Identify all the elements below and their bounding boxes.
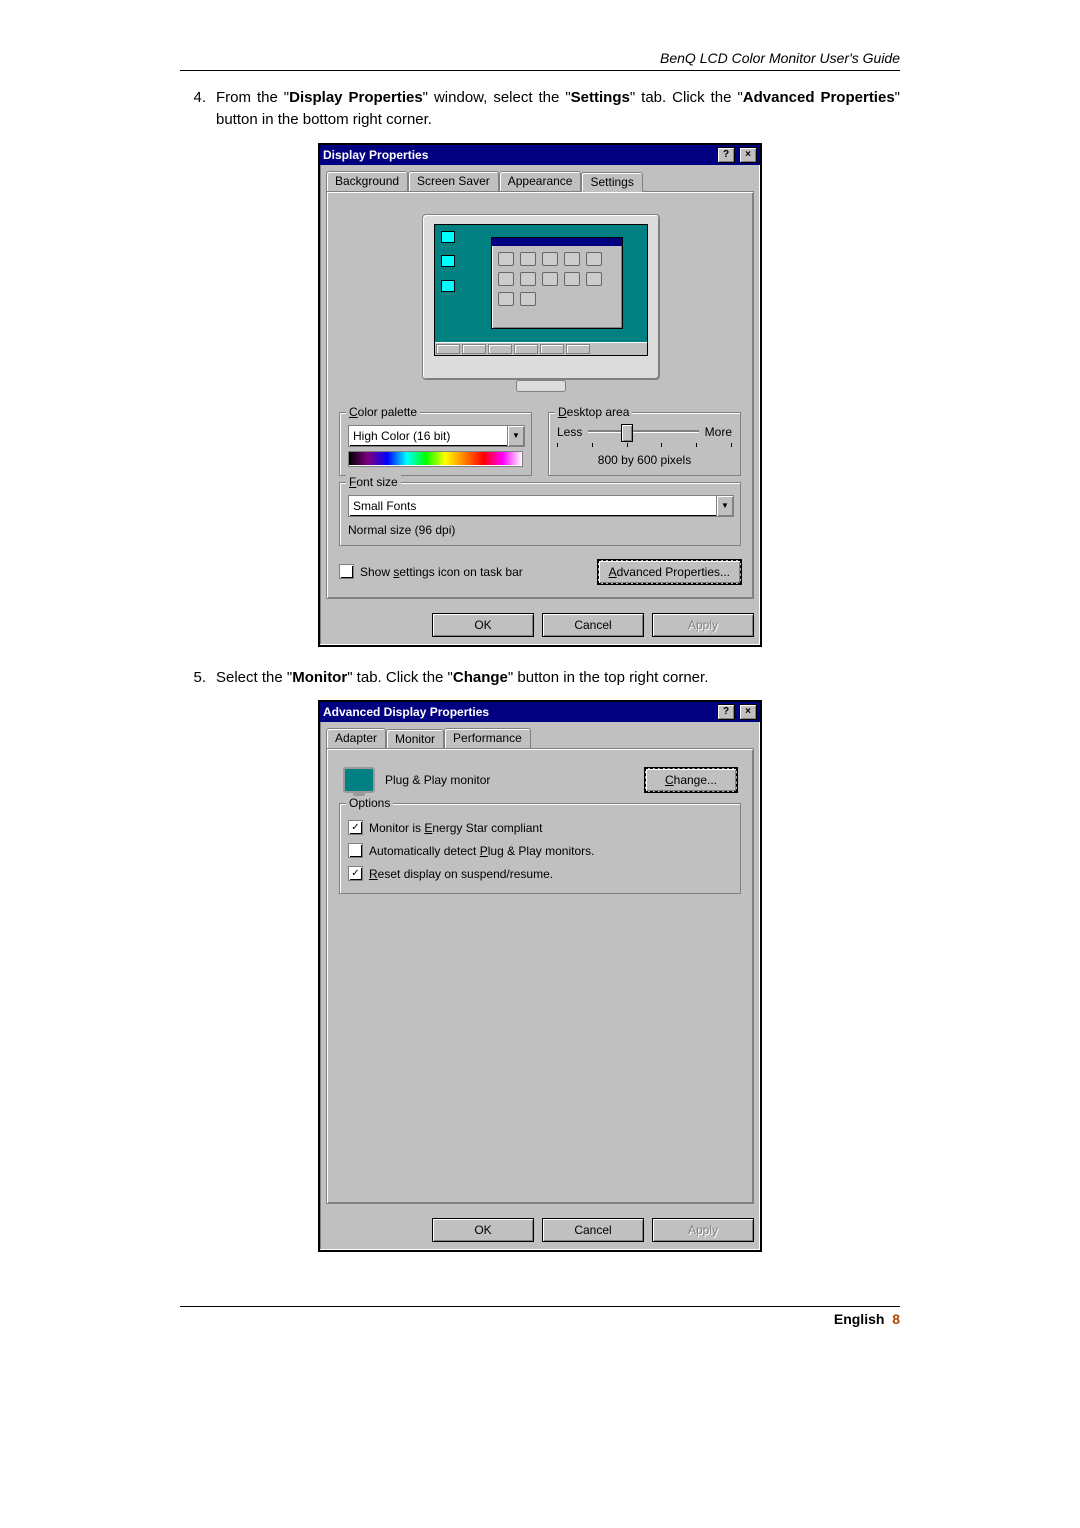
dlg1-tabstrip: Background Screen Saver Appearance Setti… xyxy=(320,165,760,191)
tab-adapter[interactable]: Adapter xyxy=(326,728,386,748)
opt-autodetect-row[interactable]: Automatically detect Plug & Play monitor… xyxy=(348,843,732,858)
chevron-down-icon[interactable]: ▼ xyxy=(716,496,733,516)
font-size-group: Font size Small Fonts ▼ Normal size (96 … xyxy=(339,482,741,546)
help-button[interactable]: ? xyxy=(717,147,735,163)
t: Select the " xyxy=(216,669,292,686)
t: Advanced Properties xyxy=(743,89,895,106)
t: Change xyxy=(453,669,508,686)
step-4-text: From the "Display Properties" window, se… xyxy=(216,87,900,131)
tab-screen-saver[interactable]: Screen Saver xyxy=(408,171,499,191)
footer-page-number: 8 xyxy=(892,1311,900,1327)
advanced-display-properties-dialog: Advanced Display Properties ? × Adapter … xyxy=(318,700,762,1252)
dlg2-titlebar[interactable]: Advanced Display Properties ? × xyxy=(320,702,760,722)
t: " tab. Click the " xyxy=(630,89,743,106)
change-button[interactable]: Change... xyxy=(645,768,737,792)
t: " button in the top right corner. xyxy=(508,669,708,686)
instruction-step-4: 4. From the "Display Properties" window,… xyxy=(180,87,900,131)
step-5-number: 5. xyxy=(180,667,216,689)
chevron-down-icon[interactable]: ▼ xyxy=(507,426,524,446)
font-size-legend: Font size xyxy=(346,475,401,489)
apply-button[interactable]: Apply xyxy=(652,1218,754,1242)
step-5-text: Select the "Monitor" tab. Click the "Cha… xyxy=(216,667,900,689)
page-footer: English 8 xyxy=(180,1306,900,1327)
preview-taskbar xyxy=(435,342,647,355)
resolution-slider[interactable] xyxy=(588,430,698,433)
t: Monitor xyxy=(292,669,347,686)
tab-performance[interactable]: Performance xyxy=(444,728,531,748)
monitor-name: Plug & Play monitor xyxy=(385,773,645,787)
instruction-step-5: 5. Select the "Monitor" tab. Click the "… xyxy=(180,667,900,689)
t: " tab. Click the " xyxy=(347,669,453,686)
options-legend: Options xyxy=(346,796,393,810)
close-button[interactable]: × xyxy=(739,147,757,163)
color-palette-value: High Color (16 bit) xyxy=(349,429,507,443)
tab-background[interactable]: Background xyxy=(326,171,408,191)
opt-energy-star-row[interactable]: ✓ Monitor is Energy Star compliant xyxy=(348,820,732,835)
monitor-screen xyxy=(434,224,648,356)
monitor-stand xyxy=(516,380,566,392)
slider-thumb[interactable] xyxy=(621,424,633,442)
tab-settings[interactable]: Settings xyxy=(581,172,642,192)
options-group: Options ✓ Monitor is Energy Star complia… xyxy=(339,803,741,894)
opt-autodetect-checkbox[interactable] xyxy=(348,843,363,858)
step-4-number: 4. xyxy=(180,87,216,131)
resolution-value: 800 by 600 pixels xyxy=(557,453,732,467)
dlg2-tabstrip: Adapter Monitor Performance xyxy=(320,722,760,748)
cancel-button[interactable]: Cancel xyxy=(542,1218,644,1242)
opt-reset-row[interactable]: ✓ Reset display on suspend/resume. xyxy=(348,866,732,881)
font-size-value: Small Fonts xyxy=(349,499,716,513)
t: Settings xyxy=(571,89,630,106)
display-properties-dialog: Display Properties ? × Background Screen… xyxy=(318,143,762,647)
desktop-icons xyxy=(441,231,455,305)
dlg1-title: Display Properties xyxy=(323,148,713,162)
desktop-area-group: Desktop area Less More 800 by 600 pixels xyxy=(548,412,741,476)
dlg2-button-row: OK Cancel Apply xyxy=(320,1210,760,1250)
opt-energy-star-checkbox[interactable]: ✓ xyxy=(348,820,363,835)
ok-button[interactable]: OK xyxy=(432,1218,534,1242)
page-header: BenQ LCD Color Monitor User's Guide xyxy=(180,50,900,71)
tab-monitor[interactable]: Monitor xyxy=(386,729,444,749)
dlg1-tab-settings-body: Color palette High Color (16 bit) ▼ Desk… xyxy=(326,191,754,599)
close-button[interactable]: × xyxy=(739,704,757,720)
dlg2-tab-monitor-body: Plug & Play monitor Change... Options ✓ … xyxy=(326,748,754,1204)
dlg1-button-row: OK Cancel Apply xyxy=(320,605,760,645)
t: " window, select the " xyxy=(423,89,571,106)
color-palette-group: Color palette High Color (16 bit) ▼ xyxy=(339,412,532,476)
cancel-button[interactable]: Cancel xyxy=(542,613,644,637)
opt-reset-label: Reset display on suspend/resume. xyxy=(369,867,553,881)
dlg1-titlebar[interactable]: Display Properties ? × xyxy=(320,145,760,165)
color-depth-preview xyxy=(348,451,523,467)
color-palette-legend: Color palette xyxy=(346,405,420,419)
font-size-combo[interactable]: Small Fonts ▼ xyxy=(348,495,734,517)
desktop-area-legend: Desktop area xyxy=(555,405,632,419)
opt-reset-checkbox[interactable]: ✓ xyxy=(348,866,363,881)
help-button[interactable]: ? xyxy=(717,704,735,720)
t: From the " xyxy=(216,89,289,106)
footer-lang: English xyxy=(834,1311,885,1327)
tab-appearance[interactable]: Appearance xyxy=(499,171,582,191)
ok-button[interactable]: OK xyxy=(432,613,534,637)
slider-less-label: Less xyxy=(557,425,582,439)
preview-window xyxy=(491,237,623,329)
advanced-properties-button[interactable]: Advanced Properties... xyxy=(598,560,741,584)
monitor-icon xyxy=(343,767,375,793)
show-settings-label: Show settings icon on task bar xyxy=(360,565,523,579)
show-settings-checkbox-row[interactable]: Show settings icon on task bar xyxy=(339,564,523,579)
t: Display Properties xyxy=(289,89,423,106)
color-palette-combo[interactable]: High Color (16 bit) ▼ xyxy=(348,425,525,447)
opt-autodetect-label: Automatically detect Plug & Play monitor… xyxy=(369,844,594,858)
apply-button[interactable]: Apply xyxy=(652,613,754,637)
dpi-note: Normal size (96 dpi) xyxy=(348,523,732,537)
monitor-preview xyxy=(400,206,680,396)
opt-energy-star-label: Monitor is Energy Star compliant xyxy=(369,821,542,835)
show-settings-checkbox[interactable] xyxy=(339,564,354,579)
slider-more-label: More xyxy=(705,425,732,439)
dlg2-title: Advanced Display Properties xyxy=(323,705,713,719)
